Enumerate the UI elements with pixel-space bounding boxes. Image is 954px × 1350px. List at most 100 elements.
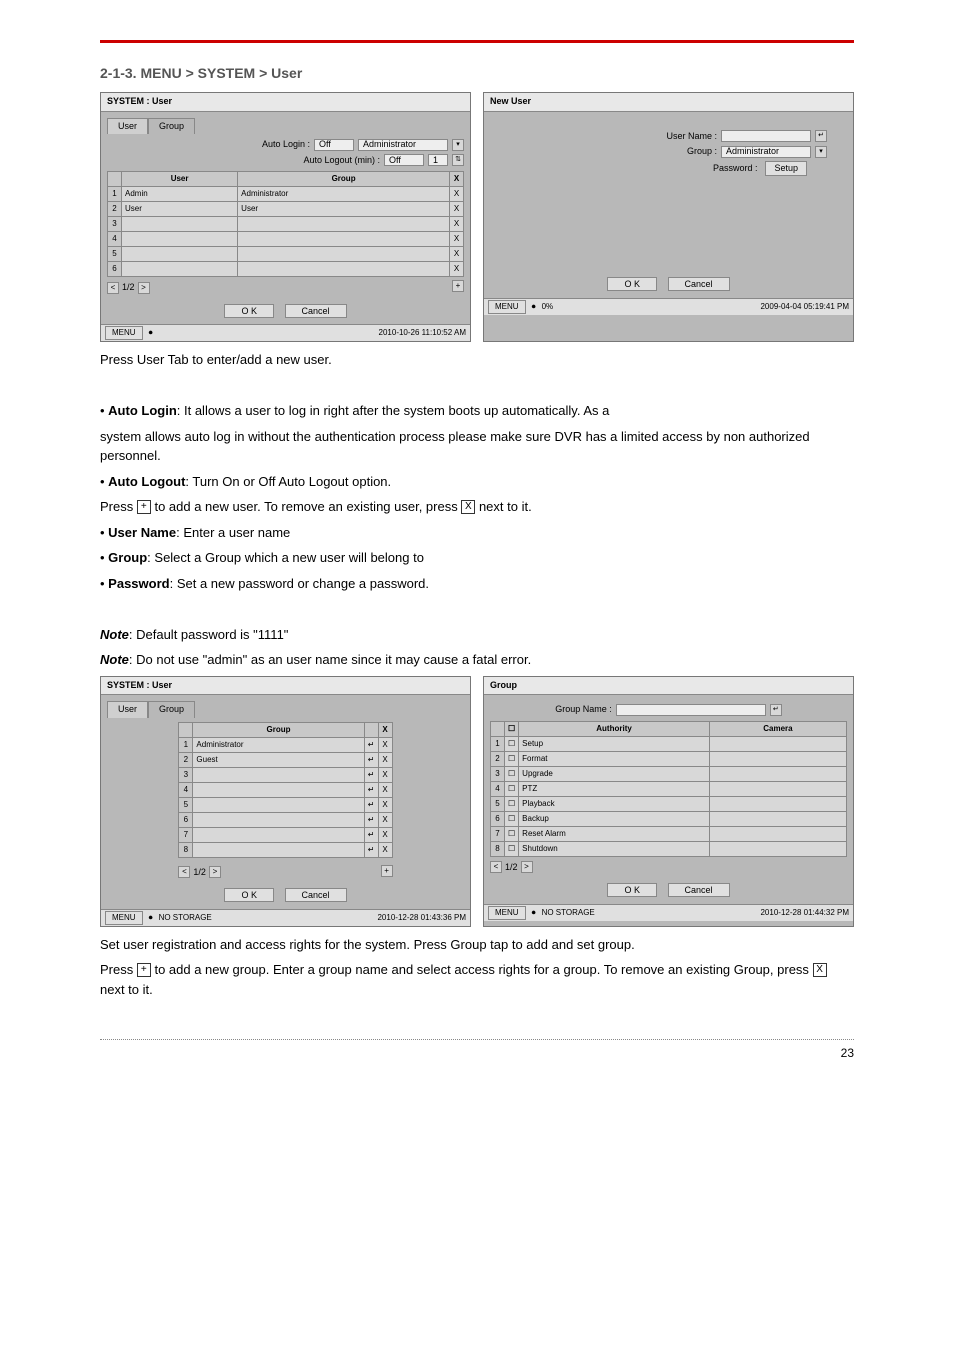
username-field[interactable] — [721, 130, 811, 142]
table-row: 6X — [108, 262, 464, 277]
checkbox[interactable]: ☐ — [505, 841, 519, 856]
delete-row-icon[interactable]: X — [378, 752, 392, 767]
table-row: 3X — [108, 217, 464, 232]
delete-column-icon[interactable]: X — [450, 172, 464, 187]
delete-row-icon[interactable]: X — [378, 827, 392, 842]
window-title: Group — [484, 677, 853, 696]
cancel-button[interactable]: Cancel — [668, 277, 730, 291]
edit-row-icon[interactable]: ↵ — [364, 812, 378, 827]
auto-login-group[interactable]: Administrator — [358, 139, 448, 151]
edit-row-icon[interactable]: ↵ — [364, 827, 378, 842]
progress-text: 0% — [542, 301, 554, 313]
note-admin-warning: Note: Do not use "admin" as an user name… — [100, 650, 854, 670]
table-row: 5X — [108, 247, 464, 262]
auto-logout-value[interactable]: Off — [384, 154, 424, 166]
rec-icon: ⏺ — [532, 907, 536, 919]
password-label: Password : — [713, 162, 758, 176]
cancel-button[interactable]: Cancel — [285, 304, 347, 318]
edit-row-icon[interactable]: ↵ — [364, 752, 378, 767]
menu-button[interactable]: MENU — [488, 300, 526, 314]
user-table: UserGroupX 1AdminAdministratorX 2UserUse… — [107, 171, 464, 277]
delete-row-icon[interactable]: X — [378, 842, 392, 857]
groupname-field[interactable] — [616, 704, 766, 716]
table-row: 7☐Reset Alarm — [491, 826, 847, 841]
add-button-icon[interactable]: + — [381, 865, 393, 877]
auto-login-continuation: system allows auto log in without the au… — [100, 427, 854, 466]
group-label: Group : — [687, 145, 717, 159]
table-row: 1☐Setup — [491, 736, 847, 751]
page-number: 23 — [841, 1046, 854, 1060]
tab-group[interactable]: Group — [148, 118, 195, 135]
checkbox[interactable]: ☐ — [505, 811, 519, 826]
delete-row-icon[interactable]: X — [378, 812, 392, 827]
add-button-icon[interactable]: + — [452, 280, 464, 292]
auto-logout-label: Auto Logout (min) : — [303, 154, 380, 168]
edit-row-icon[interactable]: ↵ — [364, 767, 378, 782]
edit-row-icon[interactable]: ↵ — [364, 782, 378, 797]
checkbox[interactable]: ☐ — [505, 796, 519, 811]
storage-status: NO STORAGE — [159, 912, 212, 924]
ok-button[interactable]: O K — [224, 888, 274, 902]
timestamp: 2010-12-28 01:44:32 PM — [760, 907, 849, 919]
window-title: SYSTEM : User — [101, 677, 470, 696]
rec-icon: ⏺ — [532, 301, 536, 313]
page-prev-icon[interactable]: < — [107, 282, 119, 294]
bullet-group: • Group: Select a Group which a new user… — [100, 548, 854, 568]
page-next-icon[interactable]: > — [209, 866, 221, 878]
delete-row-icon[interactable]: X — [378, 737, 392, 752]
group-select[interactable]: Administrator — [721, 146, 811, 158]
edit-row-icon[interactable]: ↵ — [364, 797, 378, 812]
tab-user[interactable]: User — [107, 118, 148, 135]
x-icon: X — [461, 500, 475, 514]
bullet-auto-login: • Auto Login: It allows a user to log in… — [100, 401, 854, 421]
page-next-icon[interactable]: > — [138, 282, 150, 294]
screenshot-user-list: SYSTEM : User User Group Auto Login : Of… — [100, 92, 471, 342]
spinner-icon[interactable]: ⇅ — [452, 154, 464, 166]
delete-row-icon[interactable]: X — [450, 247, 464, 262]
edit-icon[interactable]: ↵ — [770, 704, 782, 716]
bullet-auto-logout: • Auto Logout: Turn On or Off Auto Logou… — [100, 472, 854, 492]
delete-row-icon[interactable]: X — [450, 262, 464, 277]
password-setup-button[interactable]: Setup — [765, 161, 807, 177]
menu-button[interactable]: MENU — [105, 911, 143, 925]
table-row: 6☐Backup — [491, 811, 847, 826]
menu-button[interactable]: MENU — [488, 906, 526, 920]
delete-row-icon[interactable]: X — [378, 767, 392, 782]
tab-group[interactable]: Group — [148, 701, 195, 718]
table-row: 6↵X — [179, 812, 392, 827]
checkbox[interactable]: ☐ — [505, 826, 519, 841]
page-prev-icon[interactable]: < — [178, 866, 190, 878]
page-next-icon[interactable]: > — [521, 861, 533, 873]
delete-row-icon[interactable]: X — [378, 782, 392, 797]
checkbox[interactable]: ☐ — [505, 766, 519, 781]
ok-button[interactable]: O K — [607, 883, 657, 897]
page-prev-icon[interactable]: < — [490, 861, 502, 873]
edit-row-icon[interactable]: ↵ — [364, 842, 378, 857]
delete-column-icon[interactable]: X — [378, 722, 392, 737]
edit-icon[interactable]: ↵ — [815, 130, 827, 142]
auto-login-value[interactable]: Off — [314, 139, 354, 151]
checkbox[interactable]: ☐ — [505, 781, 519, 796]
cancel-button[interactable]: Cancel — [285, 888, 347, 902]
delete-row-icon[interactable]: X — [450, 217, 464, 232]
auto-logout-min[interactable]: 1 — [428, 154, 448, 166]
pager-text: 1/2 — [122, 281, 135, 295]
checkbox[interactable]: ☐ — [505, 751, 519, 766]
table-row: 4☐PTZ — [491, 781, 847, 796]
tab-user[interactable]: User — [107, 701, 148, 718]
dropdown-icon[interactable]: ▾ — [815, 146, 827, 158]
cancel-button[interactable]: Cancel — [668, 883, 730, 897]
screenshot-new-user: New User User Name : ↵ Group : Administr… — [483, 92, 854, 342]
delete-row-icon[interactable]: X — [450, 232, 464, 247]
group-table: GroupX 1Administrator↵X 2Guest↵X 3↵X 4↵X… — [178, 722, 392, 858]
checkbox[interactable]: ☐ — [505, 736, 519, 751]
menu-button[interactable]: MENU — [105, 326, 143, 340]
delete-row-icon[interactable]: X — [450, 187, 464, 202]
ok-button[interactable]: O K — [224, 304, 274, 318]
edit-row-icon[interactable]: ↵ — [364, 737, 378, 752]
delete-row-icon[interactable]: X — [450, 202, 464, 217]
delete-row-icon[interactable]: X — [378, 797, 392, 812]
press-add-group: Press + to add a new group. Enter a grou… — [100, 960, 854, 999]
ok-button[interactable]: O K — [607, 277, 657, 291]
dropdown-icon[interactable]: ▾ — [452, 139, 464, 151]
